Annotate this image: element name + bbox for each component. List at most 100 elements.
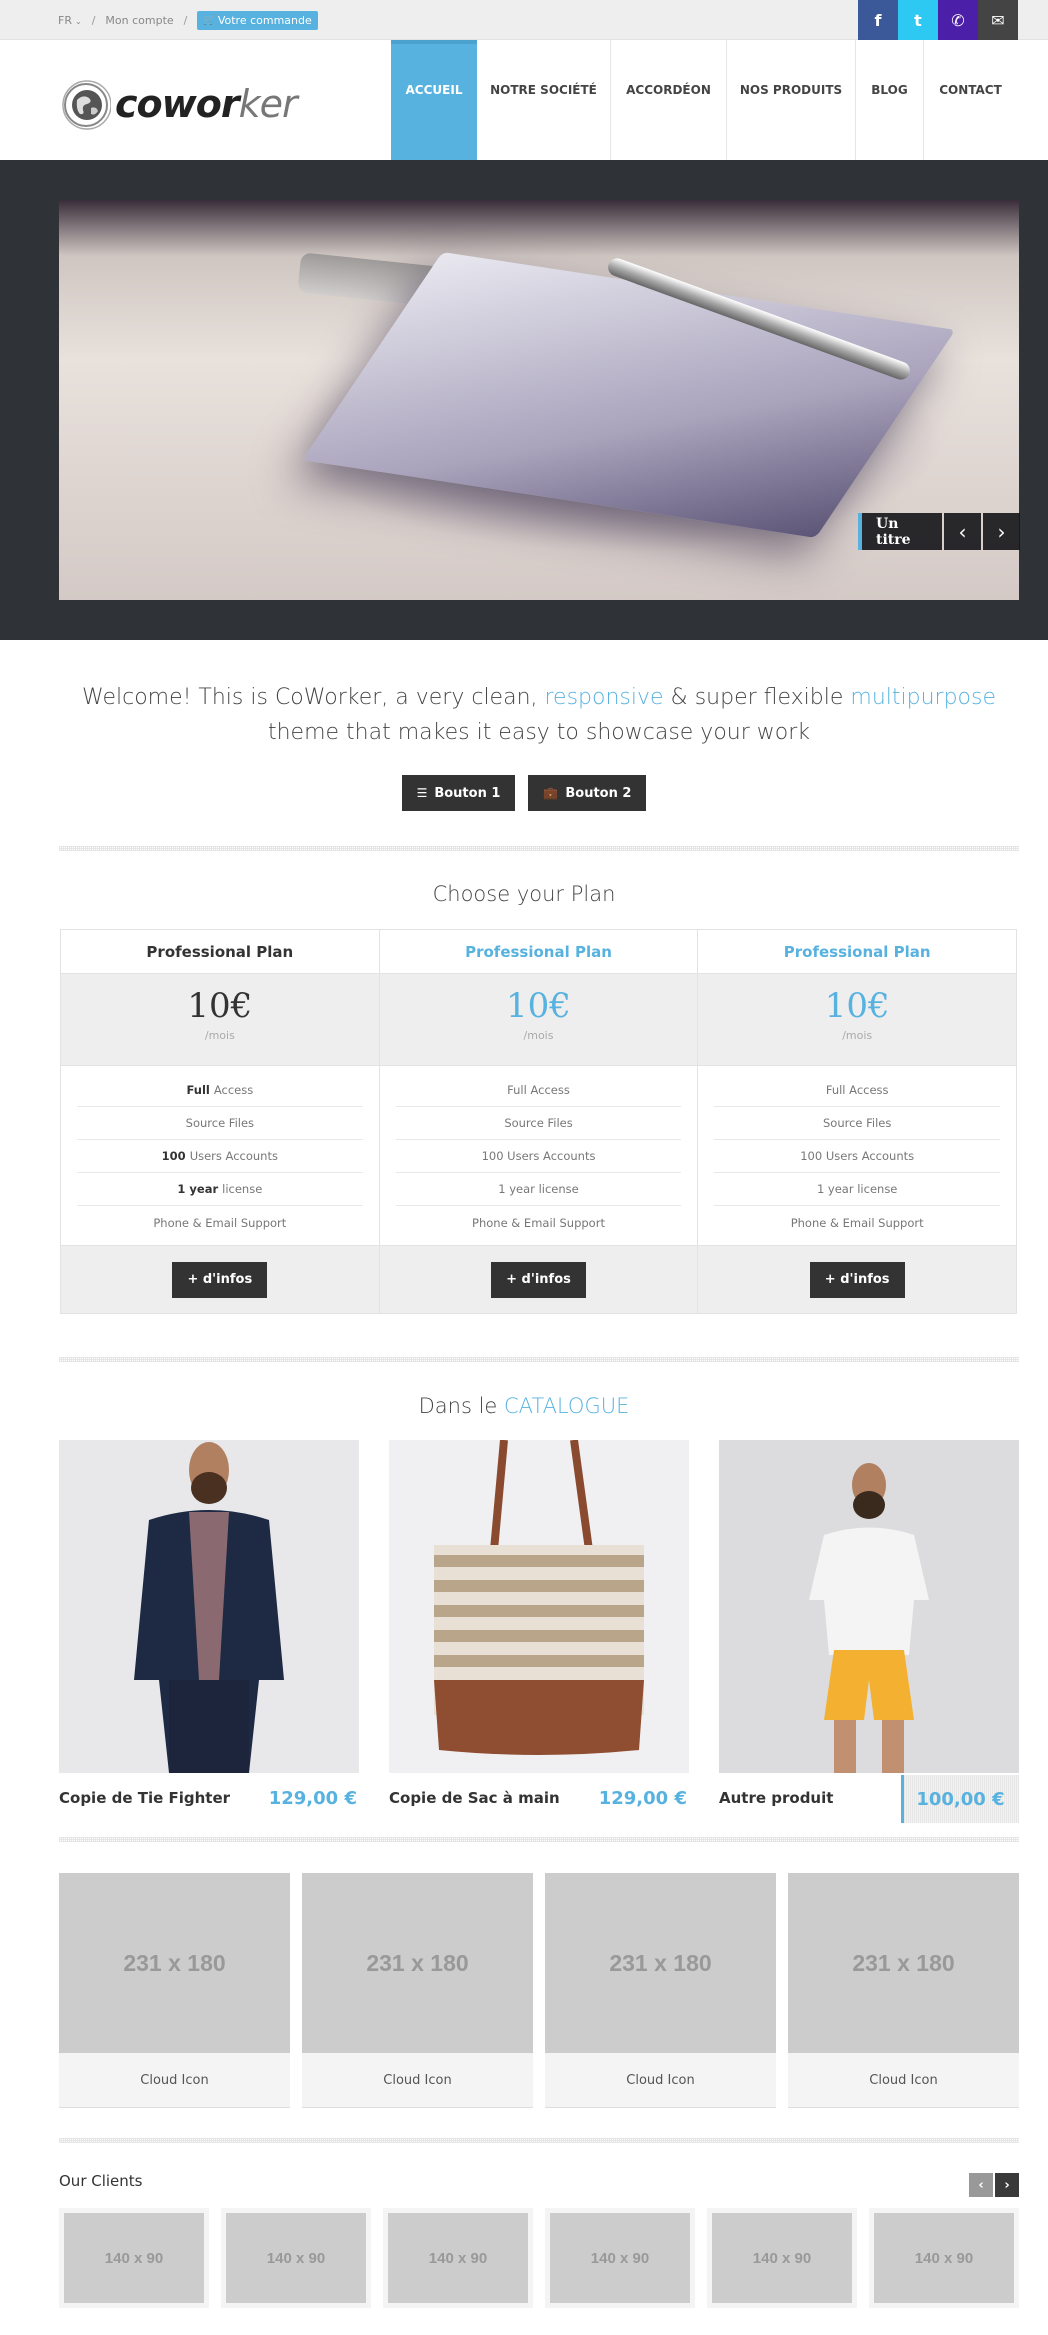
product-name[interactable]: Autre produit <box>719 1789 833 1807</box>
client-logo-placeholder: 140 x 90 <box>226 2213 366 2303</box>
plan-feature: 1 year license <box>77 1173 363 1206</box>
plan-feature: Source Files <box>714 1107 1001 1140</box>
more-info-button[interactable]: + d'infos <box>172 1261 268 1298</box>
feature-box[interactable]: 231 x 180 Cloud Icon <box>59 1873 290 2108</box>
plan-feature: Full Access <box>714 1074 1001 1107</box>
product-name[interactable]: Copie de Tie Fighter <box>59 1789 230 1807</box>
highlight-multipurpose: multipurpose <box>850 685 996 710</box>
clients-prev-button[interactable]: ‹ <box>969 2173 993 2197</box>
plan-feature: Full Access <box>77 1074 363 1107</box>
product-card[interactable]: Copie de Tie Fighter 129,00 € <box>59 1440 359 1823</box>
product-price: 100,00 € <box>901 1775 1019 1823</box>
divider <box>59 846 1019 851</box>
button-1[interactable]: ☰ Bouton 1 <box>401 775 516 811</box>
twitter-icon[interactable]: t <box>898 0 938 40</box>
client-logo[interactable]: 140 x 90 <box>707 2208 857 2308</box>
feature-bold: Full <box>186 1083 210 1097</box>
feature-text: Access <box>213 1083 254 1097</box>
nav-blog[interactable]: BLOG <box>856 40 924 160</box>
product-price: 129,00 € <box>598 1787 687 1809</box>
plan-feature: 1 year license <box>714 1173 1001 1206</box>
plan-feature: Phone & Email Support <box>77 1206 363 1239</box>
main-nav: ACCUEIL NOTRE SOCIÉTÉ ACCORDÉON NOS PROD… <box>391 40 1017 160</box>
slider-next-button[interactable]: › <box>983 513 1020 550</box>
nav-accordeon[interactable]: ACCORDÉON <box>611 40 727 160</box>
slide-title: Un titre <box>858 513 942 550</box>
language-selector[interactable]: FR ⌄ <box>58 14 82 27</box>
man-in-shorts-image <box>719 1440 1019 1773</box>
client-logo[interactable]: 140 x 90 <box>383 2208 533 2308</box>
client-logo-placeholder: 140 x 90 <box>712 2213 852 2303</box>
plan-feature: 100 Users Accounts <box>77 1140 363 1173</box>
highlight-responsive: responsive <box>544 685 664 710</box>
slider-prev-button[interactable]: ‹ <box>944 513 981 550</box>
plan-price-box: 10€ /mois <box>698 974 1017 1066</box>
feature-bold: 1 year <box>177 1182 219 1196</box>
nav-nos-produits[interactable]: NOS PRODUITS <box>727 40 856 160</box>
plan-feature: 100 Users Accounts <box>395 1140 682 1173</box>
plan-period: /mois <box>842 1029 873 1042</box>
account-link[interactable]: Mon compte <box>105 14 173 27</box>
product-info: Copie de Sac à main 129,00 € <box>389 1773 689 1823</box>
nav-contact[interactable]: CONTACT <box>924 40 1017 160</box>
nav-accueil[interactable]: ACCUEIL <box>391 40 477 160</box>
nav-notre-societe[interactable]: NOTRE SOCIÉTÉ <box>477 40 611 160</box>
cart-button[interactable]: 🛒 Votre commande <box>197 10 318 30</box>
feature-text: Source Files <box>185 1116 255 1130</box>
slider-caption: Un titre ‹ › <box>858 513 1020 550</box>
feature-caption: Cloud Icon <box>545 2053 776 2107</box>
divider <box>59 1837 1019 1842</box>
welcome-buttons: ☰ Bouton 1 💼 Bouton 2 <box>0 775 1048 811</box>
logo-light: ker <box>238 82 298 126</box>
welcome-part: & super flexible <box>663 685 851 710</box>
plan-feature: 100 Users Accounts <box>714 1140 1001 1173</box>
feature-box[interactable]: 231 x 180 Cloud Icon <box>788 1873 1019 2108</box>
button-2[interactable]: 💼 Bouton 2 <box>528 775 647 811</box>
client-logo-placeholder: 140 x 90 <box>874 2213 1014 2303</box>
product-image[interactable] <box>719 1440 1019 1773</box>
product-card[interactable]: Copie de Sac à main 129,00 € <box>389 1440 689 1823</box>
clients-title: Our Clients <box>59 2172 143 2190</box>
globe-logo-icon <box>62 80 111 130</box>
man-in-suit-image <box>59 1440 359 1773</box>
client-logo[interactable]: 140 x 90 <box>545 2208 695 2308</box>
more-info-button[interactable]: + d'infos <box>809 1261 905 1298</box>
client-logo[interactable]: 140 x 90 <box>869 2208 1019 2308</box>
feature-text: Users Accounts <box>189 1149 278 1163</box>
chevron-down-icon: ⌄ <box>74 16 82 26</box>
feature-list: 231 x 180 Cloud Icon 231 x 180 Cloud Ico… <box>59 1873 1019 2108</box>
server-icon: ☰ <box>416 786 428 800</box>
client-logo[interactable]: 140 x 90 <box>59 2208 209 2308</box>
feature-box[interactable]: 231 x 180 Cloud Icon <box>545 1873 776 2108</box>
product-image[interactable] <box>389 1440 689 1773</box>
pricing-title: Choose your Plan <box>432 882 616 906</box>
separator: / <box>183 13 188 27</box>
feature-caption: Cloud Icon <box>302 2053 533 2107</box>
plan-name: Professional Plan <box>698 930 1017 974</box>
header: coworker ACCUEIL NOTRE SOCIÉTÉ ACCORDÉON… <box>0 40 1048 160</box>
product-card[interactable]: Autre produit 100,00 € <box>719 1440 1019 1823</box>
client-logo[interactable]: 140 x 90 <box>221 2208 371 2308</box>
clients-next-button[interactable]: › <box>995 2173 1019 2197</box>
product-info: Autre produit 100,00 € <box>719 1773 1019 1823</box>
tote-bag-image <box>389 1440 689 1773</box>
welcome-part: Welcome! This is CoWorker, a very clean, <box>81 685 545 710</box>
feature-text: Phone & Email Support <box>153 1215 287 1230</box>
plan-price: 10€ <box>824 986 890 1026</box>
logo[interactable]: coworker <box>59 78 298 130</box>
plan-feature: Source Files <box>395 1107 682 1140</box>
product-image[interactable] <box>59 1440 359 1773</box>
plan-footer: + d'infos <box>61 1245 379 1313</box>
catalogue-title-prefix: Dans le <box>418 1394 505 1418</box>
facebook-icon[interactable]: f <box>858 0 898 40</box>
email-icon[interactable]: ✉ <box>978 0 1018 40</box>
plan-price: 10€ <box>506 986 571 1026</box>
plan-feature: Phone & Email Support <box>790 1215 924 1230</box>
product-name[interactable]: Copie de Sac à main <box>389 1789 560 1807</box>
plan-price-box: 10€ /mois <box>61 974 379 1066</box>
logo-text: coworker <box>115 82 298 126</box>
phone-icon[interactable]: ✆ <box>938 0 978 40</box>
more-info-button[interactable]: + d'infos <box>491 1261 586 1298</box>
product-price: 129,00 € <box>268 1787 357 1809</box>
feature-box[interactable]: 231 x 180 Cloud Icon <box>302 1873 533 2108</box>
